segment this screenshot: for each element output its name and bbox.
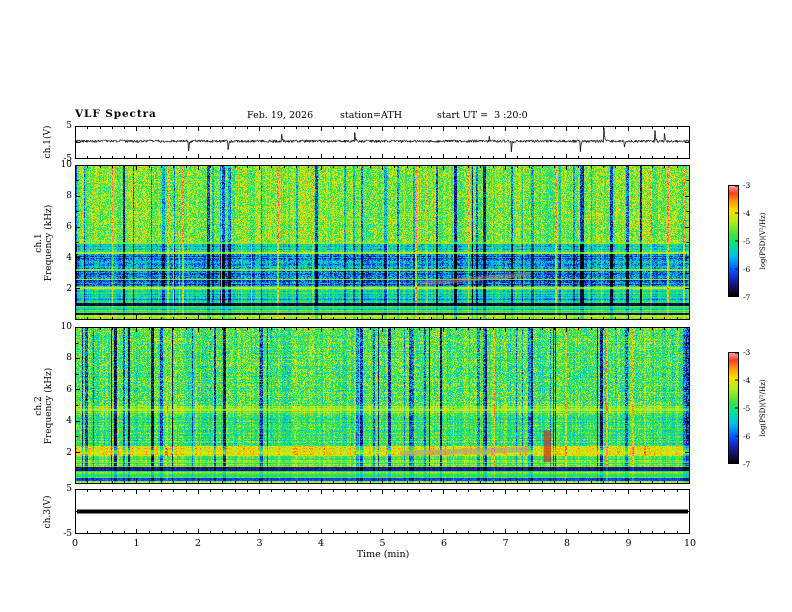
- date-label: Feb. 19, 2026: [247, 110, 314, 121]
- colorbar-tick-label: -5: [743, 237, 751, 246]
- x-tick-label: 7: [502, 538, 509, 549]
- x-tick-label: 8: [563, 538, 571, 549]
- x-tick-label: 2: [194, 538, 202, 549]
- colorbar-tick-label: -3: [743, 348, 751, 357]
- x-tick-label: 3: [256, 538, 263, 549]
- y-tick-label: 5: [66, 484, 72, 494]
- colorbar-tick-label: -7: [743, 460, 751, 469]
- start-ut-label: start UT = 3 :20:0: [437, 110, 528, 121]
- x-tick-label: 6: [440, 538, 448, 549]
- y-tick-label: 2: [66, 284, 72, 294]
- y-tick-label: 6: [66, 222, 72, 232]
- colorbar-tick-label: -4: [743, 209, 751, 218]
- ch2-label-line: ch.2: [34, 396, 44, 416]
- colorbar-ch2: [728, 352, 739, 464]
- colorbar-tick-label: -6: [743, 432, 751, 441]
- ch1-waveform-panel: [75, 126, 690, 159]
- colorbar-tick-label: -4: [743, 376, 751, 385]
- colorbar-ch1-label: log(PSD)(V²/Hz): [759, 212, 767, 270]
- x-tick-label: 10: [683, 538, 697, 549]
- station-label: station=ATH: [340, 110, 402, 121]
- ch3-voltage-axis-label: ch.3(V): [43, 495, 53, 529]
- x-tick-label: 5: [379, 538, 386, 549]
- ch3-waveform-panel: [75, 489, 690, 534]
- time-axis-label: Time (min): [356, 549, 410, 560]
- figure-title: VLF Spectra: [75, 108, 157, 120]
- y-tick-label: 10: [60, 322, 72, 332]
- colorbar-tick-label: -5: [743, 404, 751, 413]
- frequency-label-line: Frequency (kHz): [44, 367, 54, 445]
- colorbar-ch2-label: log(PSD)(V²/Hz): [759, 379, 767, 437]
- x-tick-label: 1: [133, 538, 140, 549]
- ch2-spectrogram-panel: [75, 327, 690, 484]
- y-tick-label: 10: [60, 160, 72, 170]
- y-tick-label: 4: [66, 253, 72, 263]
- y-tick-label: 8: [66, 353, 72, 364]
- y-tick-label: 5: [66, 121, 72, 131]
- x-tick-label: 9: [625, 538, 632, 549]
- ch1-label-line: ch.1: [34, 233, 44, 253]
- y-tick-label: 2: [66, 447, 72, 458]
- y-tick-label: 4: [66, 416, 72, 427]
- colorbar-ch1: [728, 185, 739, 297]
- colorbar-tick-label: -7: [743, 293, 751, 302]
- colorbar-tick-label: -3: [743, 181, 751, 190]
- vlf-spectra-figure: VLF Spectra Feb. 19, 2026 station=ATH st…: [0, 0, 792, 612]
- x-tick-label: 4: [317, 538, 325, 549]
- colorbar-tick-label: -6: [743, 265, 751, 274]
- ch2-frequency-axis-label: ch.2 Frequency (kHz): [34, 368, 54, 445]
- ch1-spectrogram-panel: [75, 165, 690, 320]
- frequency-label-line: Frequency (kHz): [44, 204, 54, 282]
- y-tick-label: 6: [66, 384, 72, 395]
- ch1-frequency-axis-label: ch.1 Frequency (kHz): [34, 205, 54, 282]
- y-tick-label: 8: [66, 191, 72, 201]
- x-tick-label: 0: [71, 538, 79, 549]
